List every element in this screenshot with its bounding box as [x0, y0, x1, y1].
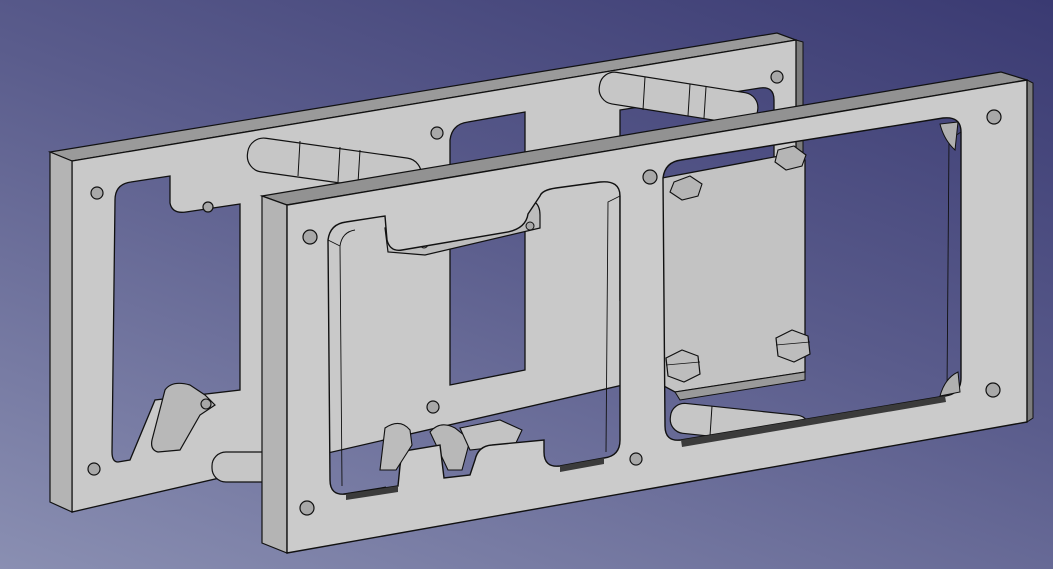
square-mount-plate[interactable]	[661, 145, 811, 401]
3d-viewport[interactable]	[0, 0, 1053, 569]
hex-bolt-lower-left	[665, 349, 701, 383]
hex-bolt-lower-right	[775, 329, 811, 363]
cad-model[interactable]	[0, 0, 1053, 569]
